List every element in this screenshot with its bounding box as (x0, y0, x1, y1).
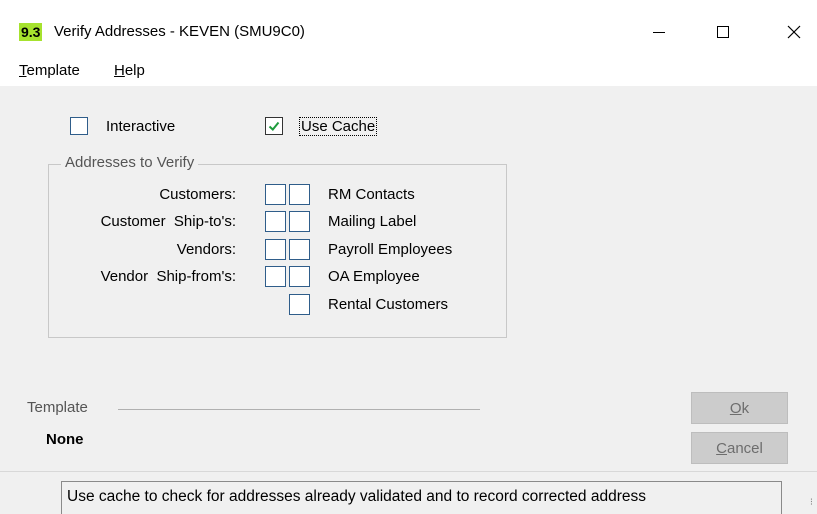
close-button[interactable] (771, 16, 817, 48)
use-cache-checkbox[interactable] (265, 117, 283, 135)
addresses-group-legend: Addresses to Verify (61, 154, 199, 172)
oa-employee-checkbox[interactable] (289, 266, 310, 287)
menu-bar: Template Help (0, 56, 817, 86)
cancel-button-label: ancel (726, 439, 763, 457)
rm-contacts-checkbox[interactable] (289, 184, 310, 205)
app-version-badge: 9.3 (19, 23, 43, 41)
cancel-button[interactable]: Cancel (691, 432, 788, 464)
menu-template[interactable]: Template (19, 61, 80, 81)
vendors-checkbox[interactable] (265, 239, 286, 260)
rm-contacts-label: RM Contacts (328, 186, 415, 203)
status-separator (0, 471, 817, 472)
checkmark-icon (268, 121, 280, 131)
customers-label: Customers: (159, 186, 236, 203)
use-cache-label-text: Use Cache (299, 117, 378, 136)
ok-button[interactable]: Ok (691, 392, 788, 424)
menu-template-label: emplate (26, 62, 80, 79)
interactive-label[interactable]: Interactive (106, 118, 175, 136)
payroll-employees-label: Payroll Employees (328, 241, 453, 258)
template-value: None (46, 431, 84, 448)
maximize-button[interactable] (700, 16, 746, 48)
menu-help[interactable]: Help (114, 61, 145, 81)
status-text: Use cache to check for addresses already… (67, 488, 646, 505)
window-title: Verify Addresses - KEVEN (SMU9C0) (54, 23, 305, 40)
template-legend: Template (27, 399, 88, 416)
customer-ship-to-checkbox[interactable] (265, 211, 286, 232)
ok-button-mnemonic: O (729, 399, 742, 417)
rental-customers-label: Rental Customers (328, 296, 449, 313)
status-bar: Use cache to check for addresses already… (61, 481, 782, 514)
interactive-checkbox[interactable] (70, 117, 88, 135)
minimize-button[interactable] (636, 16, 682, 48)
resize-grip-icon[interactable]: ⁝ (810, 498, 813, 508)
mailing-label-checkbox[interactable] (289, 211, 310, 232)
ok-button-label: k (741, 399, 750, 417)
mailing-label-label: Mailing Label (328, 213, 417, 230)
maximize-icon (717, 26, 729, 38)
customers-checkbox[interactable] (265, 184, 286, 205)
oa-employee-label: OA Employee (328, 268, 420, 285)
menu-template-mnemonic: T (19, 62, 27, 79)
close-icon (787, 25, 801, 39)
vendor-ship-from-label: Vendor Ship-from's: (100, 268, 236, 285)
rental-customers-checkbox[interactable] (289, 294, 310, 315)
vendors-label: Vendors: (176, 241, 236, 258)
payroll-employees-checkbox[interactable] (289, 239, 310, 260)
cancel-button-mnemonic: C (716, 439, 727, 457)
template-divider (118, 409, 480, 410)
use-cache-label[interactable]: Use Cache (299, 117, 378, 136)
title-bar[interactable]: 9.3 Verify Addresses - KEVEN (SMU9C0) (0, 0, 817, 56)
vendor-ship-from-checkbox[interactable] (265, 266, 286, 287)
menu-help-label: elp (124, 62, 145, 79)
customer-ship-to-label: Customer Ship-to's: (100, 213, 236, 230)
menu-help-mnemonic: H (114, 62, 125, 79)
minimize-icon (653, 32, 665, 33)
